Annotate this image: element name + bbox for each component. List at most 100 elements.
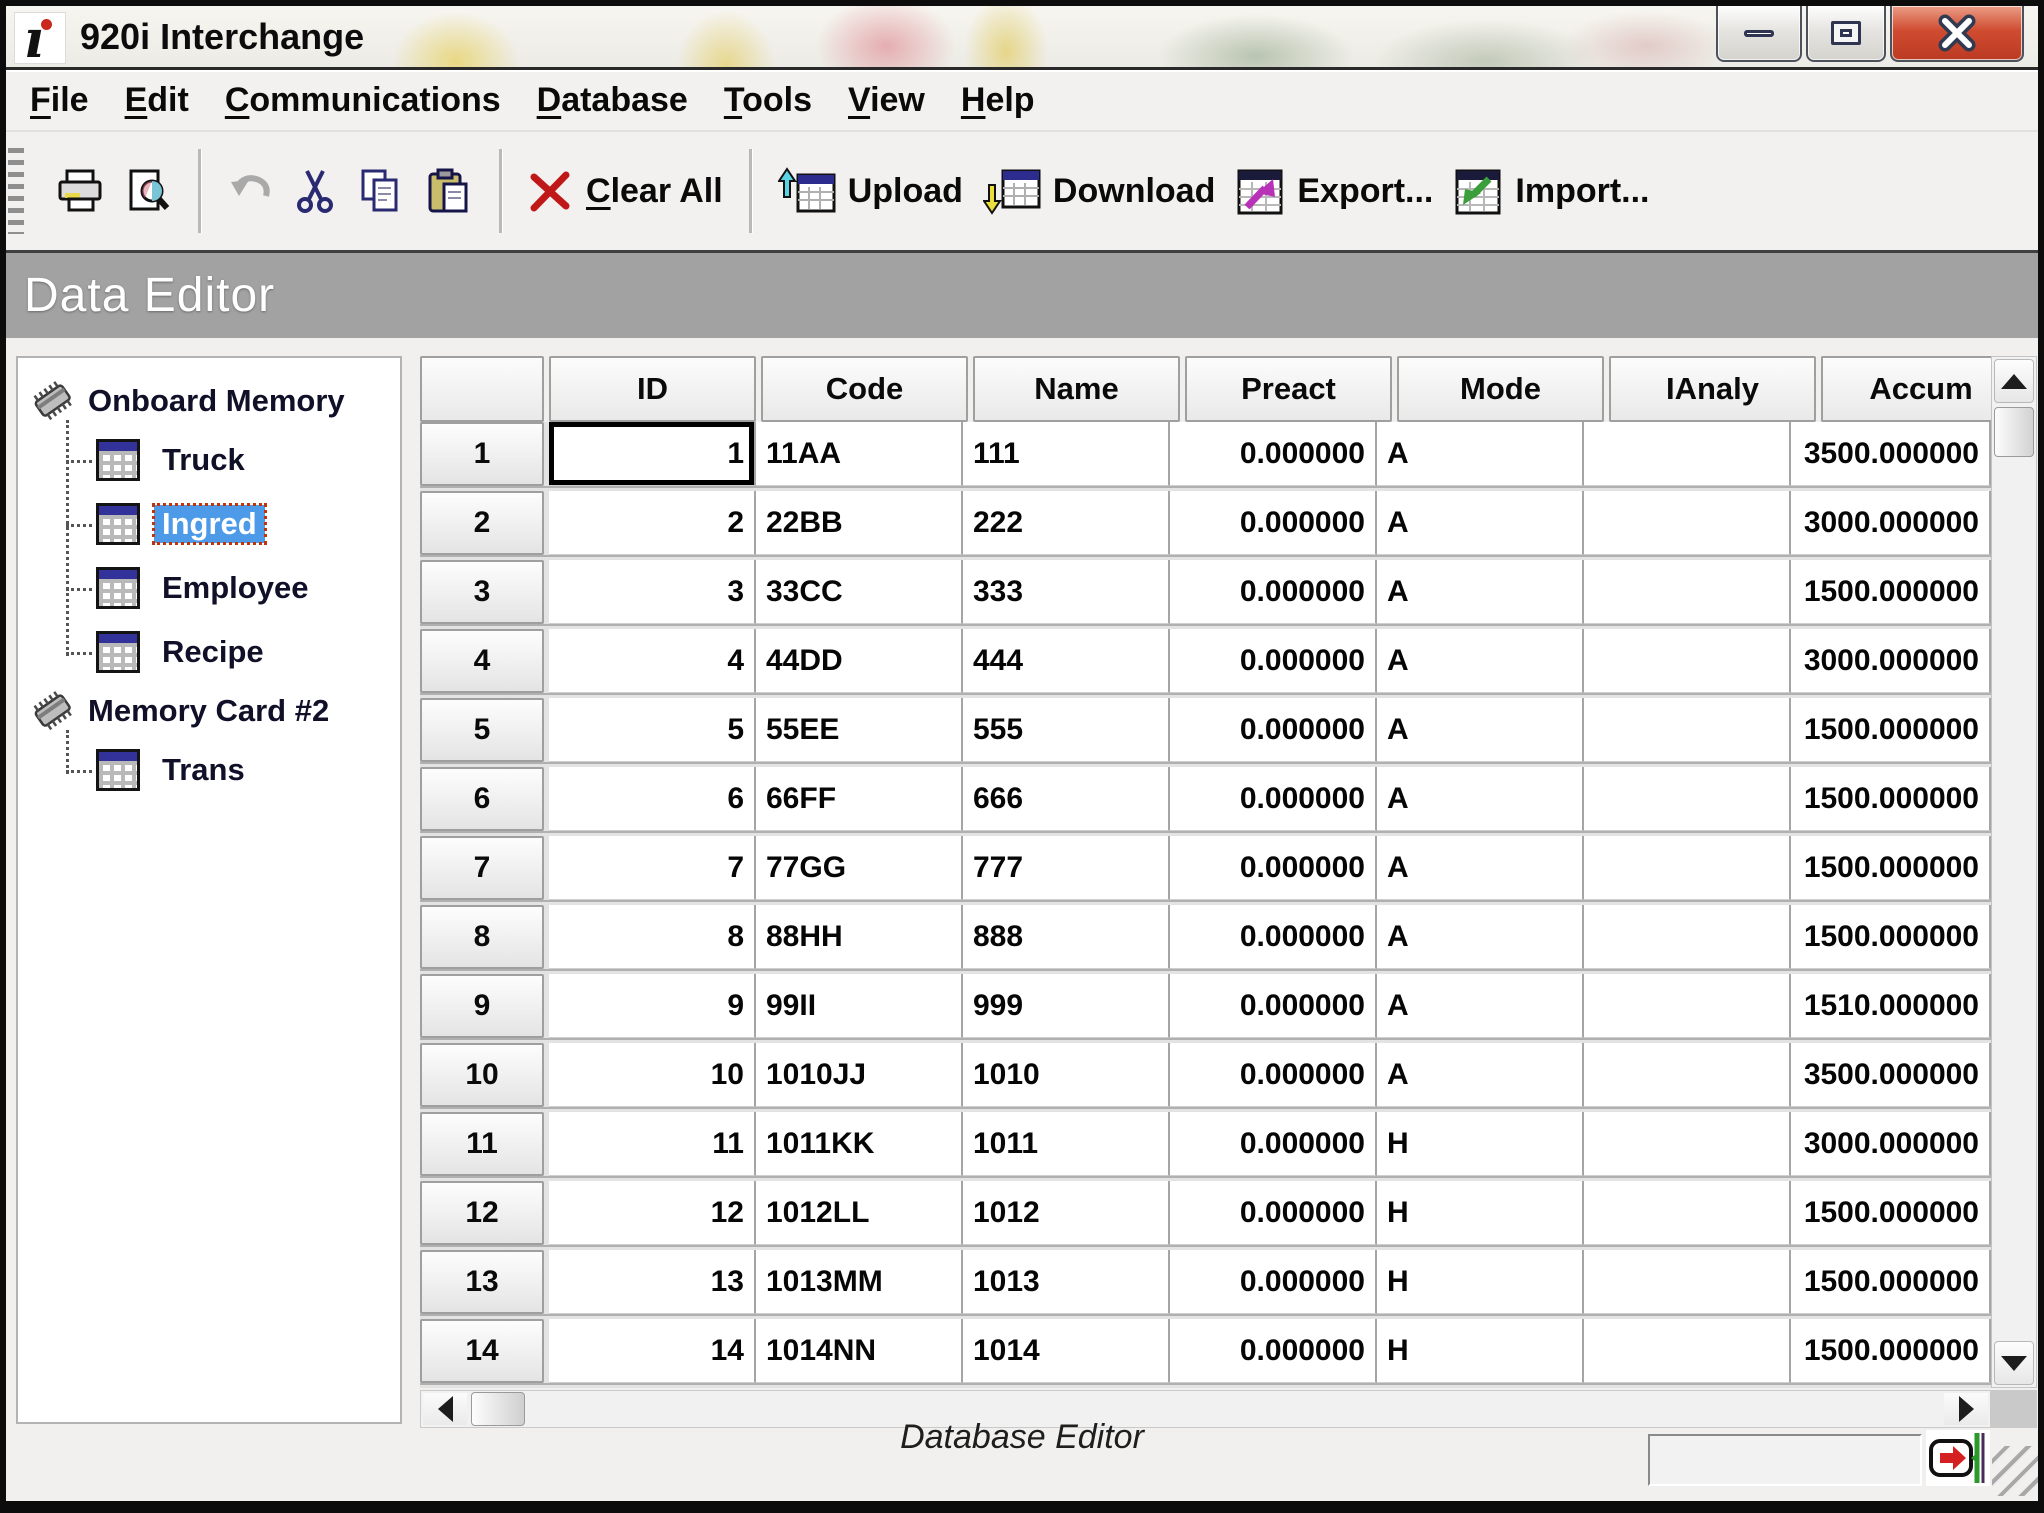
row-header[interactable]: 2 [420, 491, 544, 555]
scroll-left-button[interactable] [423, 1393, 467, 1425]
copy-button[interactable] [357, 168, 405, 214]
cell-id[interactable]: 9 [549, 974, 756, 1038]
cell-preact[interactable]: 0.000000 [1170, 836, 1377, 900]
cell-ianaly[interactable] [1584, 1181, 1791, 1245]
cell-ianaly[interactable] [1584, 491, 1791, 555]
resize-grip[interactable] [1992, 1446, 2038, 1496]
cell-accum[interactable]: 1500.000000 [1791, 767, 1991, 831]
tree-item-trans[interactable]: Trans [66, 738, 400, 802]
cell-ianaly[interactable] [1584, 905, 1791, 969]
cell-accum[interactable]: 3500.000000 [1791, 422, 1991, 486]
print-button[interactable] [56, 168, 104, 214]
cell-mode[interactable]: H [1377, 1181, 1584, 1245]
download-button[interactable]: Download [983, 167, 1215, 215]
cell-mode[interactable]: H [1377, 1319, 1584, 1383]
tree-item-ingred[interactable]: Ingred [66, 492, 400, 556]
row-header[interactable]: 6 [420, 767, 544, 831]
cell-accum[interactable]: 3500.000000 [1791, 1043, 1991, 1107]
row-header[interactable]: 4 [420, 629, 544, 693]
cell-mode[interactable]: A [1377, 629, 1584, 693]
cell-code[interactable]: 66FF [756, 767, 963, 831]
cell-name[interactable]: 1011 [963, 1112, 1170, 1176]
cell-mode[interactable]: A [1377, 698, 1584, 762]
cell-id[interactable]: 4 [549, 629, 756, 693]
cell-preact[interactable]: 0.000000 [1170, 767, 1377, 831]
cell-ianaly[interactable] [1584, 1043, 1791, 1107]
cell-code[interactable]: 55EE [756, 698, 963, 762]
tree-group-memory-card-2[interactable]: Memory Card #2 [30, 684, 400, 738]
scroll-up-button[interactable] [1994, 359, 2034, 403]
cell-ianaly[interactable] [1584, 422, 1791, 486]
cell-name[interactable]: 444 [963, 629, 1170, 693]
cell-mode[interactable]: A [1377, 905, 1584, 969]
row-header[interactable]: 14 [420, 1319, 544, 1383]
cell-accum[interactable]: 1500.000000 [1791, 1250, 1991, 1314]
row-header[interactable]: 1 [420, 422, 544, 486]
row-header[interactable]: 10 [420, 1043, 544, 1107]
cell-preact[interactable]: 0.000000 [1170, 1043, 1377, 1107]
active-cell-id[interactable]: 1 [549, 422, 756, 486]
cell-preact[interactable]: 0.000000 [1170, 698, 1377, 762]
horizontal-scroll-thumb[interactable] [471, 1392, 525, 1426]
cell-code[interactable]: 33CC [756, 560, 963, 624]
cell-id[interactable]: 6 [549, 767, 756, 831]
cell-preact[interactable]: 0.000000 [1170, 1250, 1377, 1314]
export-button[interactable]: Export... [1235, 167, 1433, 215]
cell-name[interactable]: 666 [963, 767, 1170, 831]
tree-item-truck[interactable]: Truck [66, 428, 400, 492]
row-header[interactable]: 7 [420, 836, 544, 900]
cell-ianaly[interactable] [1584, 560, 1791, 624]
menu-tools[interactable]: Tools [724, 81, 812, 120]
cell-name[interactable]: 888 [963, 905, 1170, 969]
cell-accum[interactable]: 1500.000000 [1791, 560, 1991, 624]
cell-accum[interactable]: 1500.000000 [1791, 1319, 1991, 1383]
column-header-id[interactable]: ID [549, 356, 756, 422]
cell-id[interactable]: 7 [549, 836, 756, 900]
close-button[interactable] [1890, 6, 2024, 62]
cell-code[interactable]: 44DD [756, 629, 963, 693]
cell-mode[interactable]: H [1377, 1112, 1584, 1176]
cell-id[interactable]: 8 [549, 905, 756, 969]
cell-ianaly[interactable] [1584, 1112, 1791, 1176]
clear-all-button[interactable]: Clear All [528, 169, 723, 213]
cell-name[interactable]: 1014 [963, 1319, 1170, 1383]
cell-code[interactable]: 77GG [756, 836, 963, 900]
toolbar-grip-handle[interactable] [8, 148, 24, 234]
cell-code[interactable]: 1011KK [756, 1112, 963, 1176]
menu-help[interactable]: Help [961, 81, 1035, 120]
row-header[interactable]: 5 [420, 698, 544, 762]
column-header-name[interactable]: Name [973, 356, 1180, 422]
menu-view[interactable]: View [848, 81, 925, 120]
cell-mode[interactable]: A [1377, 491, 1584, 555]
cell-name[interactable]: 999 [963, 974, 1170, 1038]
row-header[interactable]: 3 [420, 560, 544, 624]
menu-edit[interactable]: Edit [125, 81, 189, 120]
cell-id[interactable]: 10 [549, 1043, 756, 1107]
cell-preact[interactable]: 0.000000 [1170, 560, 1377, 624]
minimize-button[interactable] [1716, 6, 1802, 62]
cell-mode[interactable]: A [1377, 560, 1584, 624]
tree-group-onboard-memory[interactable]: Onboard Memory [30, 374, 400, 428]
cell-name[interactable]: 1012 [963, 1181, 1170, 1245]
cell-code[interactable]: 1010JJ [756, 1043, 963, 1107]
paste-button[interactable] [425, 168, 473, 214]
horizontal-scrollbar[interactable] [420, 1390, 1991, 1428]
column-header-mode[interactable]: Mode [1397, 356, 1604, 422]
cut-button[interactable] [293, 168, 337, 214]
cell-preact[interactable]: 0.000000 [1170, 491, 1377, 555]
cell-ianaly[interactable] [1584, 974, 1791, 1038]
cell-id[interactable]: 3 [549, 560, 756, 624]
cell-accum[interactable]: 3000.000000 [1791, 1112, 1991, 1176]
column-header-ianaly[interactable]: IAnaly [1609, 356, 1816, 422]
row-header[interactable]: 12 [420, 1181, 544, 1245]
cell-ianaly[interactable] [1584, 1319, 1791, 1383]
cell-id[interactable]: 12 [549, 1181, 756, 1245]
cell-name[interactable]: 777 [963, 836, 1170, 900]
cell-preact[interactable]: 0.000000 [1170, 1181, 1377, 1245]
cell-code[interactable]: 99II [756, 974, 963, 1038]
cell-accum[interactable]: 3000.000000 [1791, 629, 1991, 693]
cell-id[interactable]: 13 [549, 1250, 756, 1314]
cell-mode[interactable]: A [1377, 836, 1584, 900]
menu-communications[interactable]: Communications [225, 81, 501, 120]
scroll-right-button[interactable] [1944, 1393, 1988, 1425]
